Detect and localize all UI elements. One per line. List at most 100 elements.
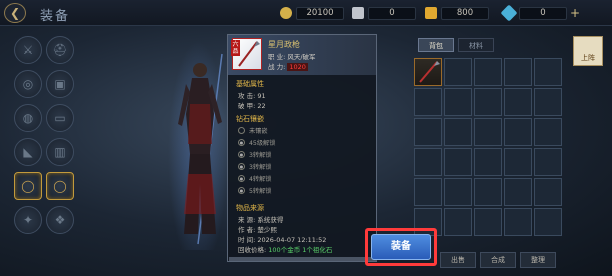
equip-slot-belt[interactable]: ▭ xyxy=(46,104,74,132)
gem-slot: 未镶嵌 xyxy=(238,126,268,135)
inventory-cell[interactable] xyxy=(444,118,472,146)
currency-gold-ingot: 800 xyxy=(425,6,489,20)
inventory-cell[interactable] xyxy=(474,58,502,86)
equip-button[interactable]: 装备 xyxy=(371,234,431,260)
gem-label: 3转解锁 xyxy=(249,164,272,171)
inventory-cell[interactable] xyxy=(504,148,532,176)
inventory-cell[interactable] xyxy=(534,118,562,146)
source-label: 时 间: xyxy=(238,236,256,244)
attr-row: 攻 击: 91 xyxy=(238,90,266,100)
spear-icon xyxy=(419,61,440,83)
quality-badge: 六品 xyxy=(231,40,240,56)
item-power: 战 力: 1020 xyxy=(268,61,308,71)
currency-gem: 0 + xyxy=(500,4,580,22)
lock-icon: ● xyxy=(238,151,245,158)
tab-bag[interactable]: 背包 xyxy=(418,38,454,52)
gem-label: 45级解锁 xyxy=(249,140,276,147)
gem-slot: ● 45级解锁 xyxy=(238,138,275,147)
source-label: 作 者: xyxy=(238,226,256,234)
equip-slot-jade[interactable]: ❖ xyxy=(46,206,74,234)
currency-value: 800 xyxy=(441,6,489,20)
inventory-cell[interactable] xyxy=(534,88,562,116)
recycle-value: 100个金币 1个祖化石 xyxy=(268,246,333,254)
belt-icon: ▭ xyxy=(54,111,66,125)
inventory-cell[interactable] xyxy=(414,88,442,116)
add-currency-icon[interactable]: + xyxy=(570,6,580,20)
source-row: 来 源: 系统获得 xyxy=(238,214,283,224)
inventory-cell[interactable] xyxy=(504,58,532,86)
inventory-cell[interactable] xyxy=(444,208,472,236)
power-value: 1020 xyxy=(287,63,308,71)
inventory-cell[interactable] xyxy=(474,178,502,206)
inventory-cell[interactable] xyxy=(414,58,442,86)
character-model xyxy=(178,53,223,245)
source-row: 作 者: 楚少熙 xyxy=(238,224,277,234)
equip-slot-armor[interactable]: ▣ xyxy=(46,70,74,98)
inventory-cell[interactable] xyxy=(444,148,472,176)
inventory-cell[interactable] xyxy=(504,208,532,236)
inventory-cell[interactable] xyxy=(414,118,442,146)
back-button[interactable]: ❮ xyxy=(4,3,26,23)
tab-materials[interactable]: 材料 xyxy=(458,38,494,52)
charm-icon: ✦ xyxy=(22,213,34,227)
inventory-cell[interactable] xyxy=(504,178,532,206)
source-title: 物品来源 xyxy=(236,204,264,212)
career-label: 职 业: xyxy=(268,53,286,61)
inventory-cell[interactable] xyxy=(414,148,442,176)
base-attr-title: 基础属性 xyxy=(236,80,264,88)
equip-slot-ring-left[interactable]: ◯ xyxy=(14,172,42,200)
armor-icon: ▣ xyxy=(54,77,66,91)
attr-row: 破 甲: 22 xyxy=(238,100,266,110)
equip-slot-weapon[interactable]: ⚔ xyxy=(14,36,42,64)
source-value: 系统获得 xyxy=(257,216,284,224)
inventory-cell[interactable] xyxy=(444,88,472,116)
lock-icon: ● xyxy=(238,139,245,146)
lock-icon: ● xyxy=(238,163,245,170)
power-label: 战 力: xyxy=(268,63,286,71)
ring-icon: ◯ xyxy=(21,179,35,193)
equip-slot-bracer[interactable]: ◍ xyxy=(14,104,42,132)
gem-slot: ● 3转解锁 xyxy=(238,150,272,159)
gem-label: 4转解锁 xyxy=(249,176,272,183)
lock-icon: ● xyxy=(238,175,245,182)
inventory-cell[interactable] xyxy=(534,148,562,176)
inventory-grid xyxy=(414,58,564,246)
gem-slot: ● 3转解锁 xyxy=(238,162,272,171)
item-name: 星月政枪 xyxy=(268,40,300,49)
inventory-cell[interactable] xyxy=(444,178,472,206)
inventory-cell[interactable] xyxy=(534,58,562,86)
equip-slot-pants[interactable]: ▥ xyxy=(46,138,74,166)
source-row: 时 间: 2026-04-07 12:11:52 xyxy=(238,234,326,244)
inventory-cell[interactable] xyxy=(504,88,532,116)
sort-button[interactable]: 整理 xyxy=(520,252,556,268)
attr-label: 攻 击: xyxy=(238,92,256,100)
equip-slot-necklace[interactable]: ◎ xyxy=(14,70,42,98)
equip-slot-charm[interactable]: ✦ xyxy=(14,206,42,234)
inventory-cell[interactable] xyxy=(534,208,562,236)
recycle-row: 回收价格: 100个金币 1个祖化石 xyxy=(238,244,332,254)
inventory-cell[interactable] xyxy=(474,88,502,116)
inventory-cell[interactable] xyxy=(504,118,532,146)
inventory-cell[interactable] xyxy=(474,148,502,176)
item-tooltip: 六品 星月政枪 职 业: 风天/破军 战 力: 1020 基础属性 攻 击: 9… xyxy=(227,34,377,262)
inventory-cell[interactable] xyxy=(414,178,442,206)
inventory-cell[interactable] xyxy=(474,118,502,146)
equip-slot-ring-right[interactable]: ◯ xyxy=(46,172,74,200)
source-value: 2026-04-07 12:11:52 xyxy=(257,236,327,244)
inventory-cell[interactable] xyxy=(534,178,562,206)
currency-value: 20100 xyxy=(296,6,344,20)
tab-equip-on[interactable]: 上阵 xyxy=(573,36,603,66)
inventory-cell[interactable] xyxy=(474,208,502,236)
sell-button[interactable]: 出售 xyxy=(440,252,476,268)
source-value: 楚少熙 xyxy=(257,226,277,234)
helmet-icon: ⛑ xyxy=(52,43,68,57)
gold-coin-icon xyxy=(280,7,292,19)
inventory-cell[interactable] xyxy=(444,58,472,86)
empty-socket-icon xyxy=(238,127,245,134)
equip-slot-boots[interactable]: ◣ xyxy=(14,138,42,166)
gem-icon xyxy=(500,4,518,22)
equip-slot-helmet[interactable]: ⛑ xyxy=(46,36,74,64)
attr-value: 91 xyxy=(257,92,266,100)
currency-value: 0 xyxy=(519,6,567,20)
compose-button[interactable]: 合成 xyxy=(480,252,516,268)
